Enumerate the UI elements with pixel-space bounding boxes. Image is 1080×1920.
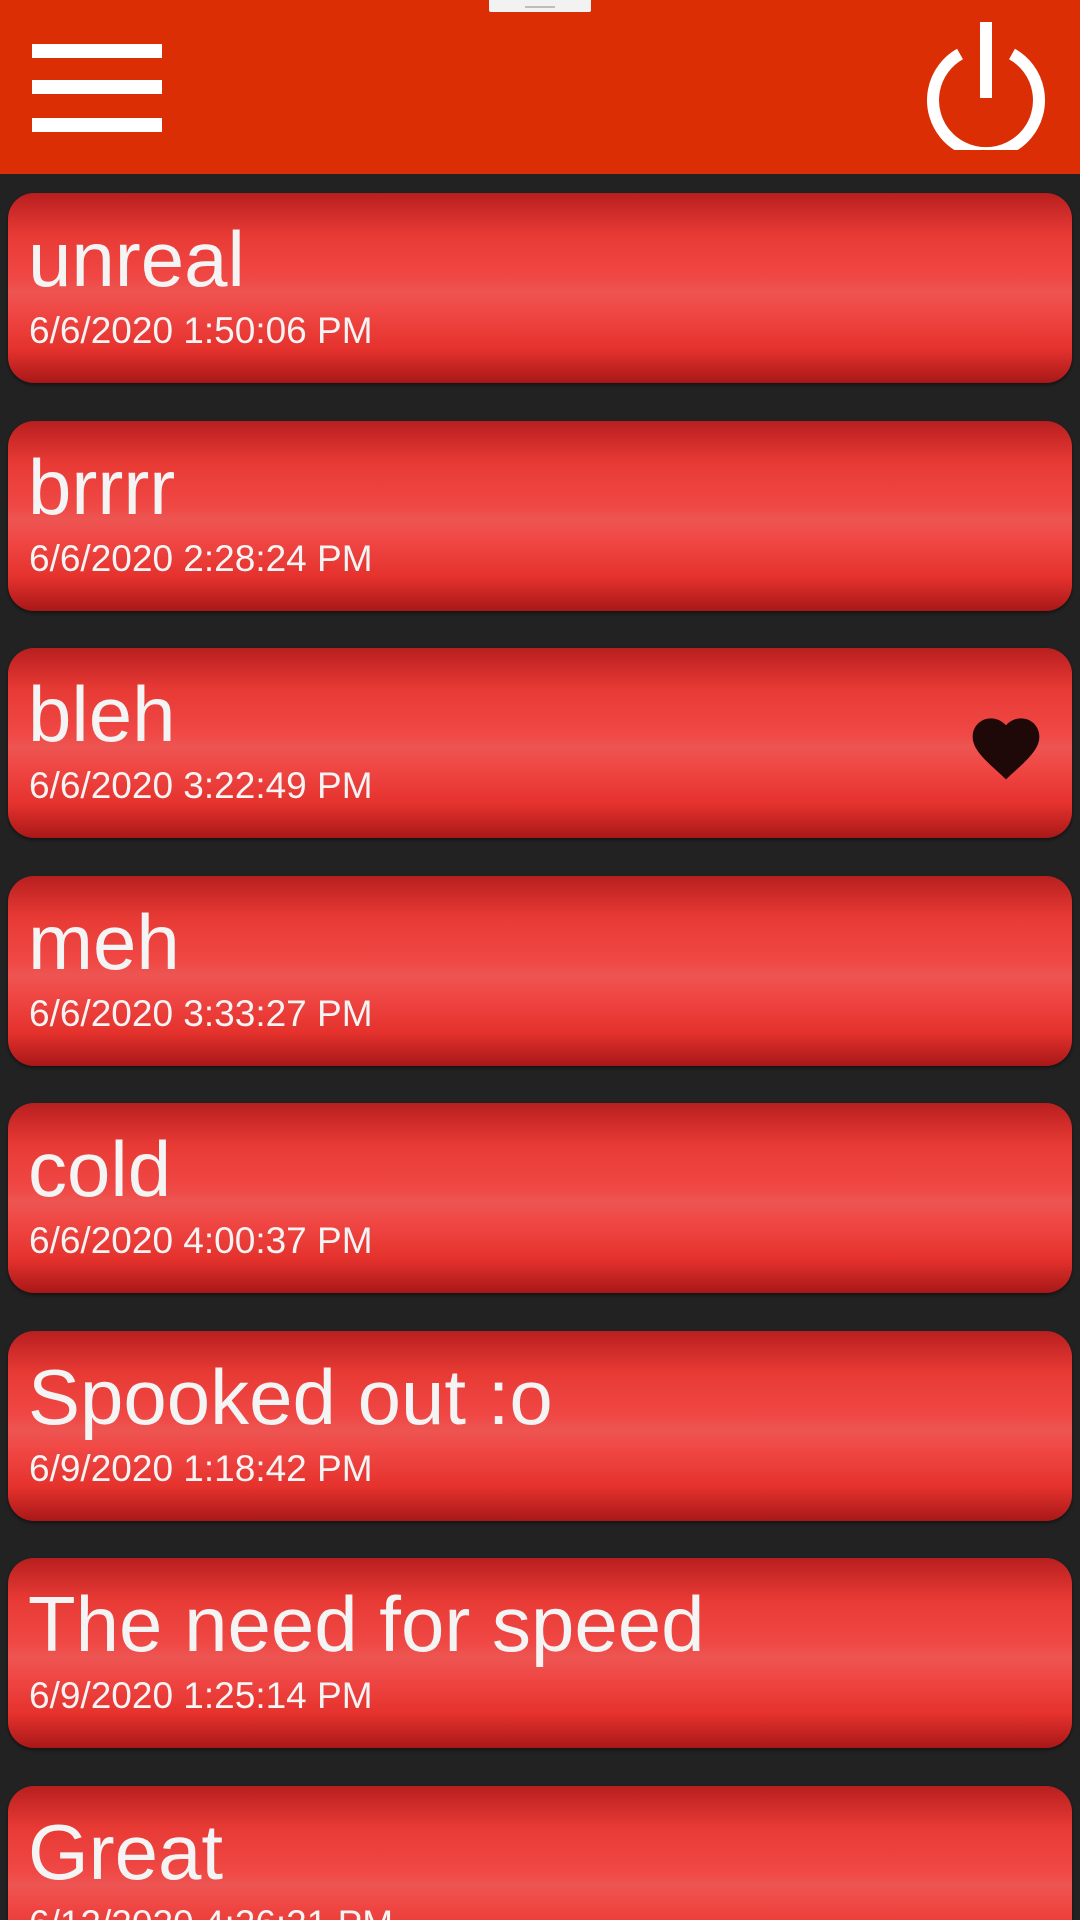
- note-date: 6/6/2020 2:28:24 PM: [29, 538, 373, 579]
- note-date: 6/9/2020 1:18:42 PM: [29, 1448, 373, 1489]
- note-date: 6/6/2020 3:33:27 PM: [29, 993, 373, 1034]
- note-date: 6/12/2020 4:26:21 PM: [29, 1904, 393, 1920]
- note-title: meh: [28, 898, 180, 986]
- note-title: brrrr: [28, 443, 176, 531]
- note-title: bleh: [28, 670, 176, 758]
- note-card[interactable]: meh 6/6/2020 3:33:27 PM: [8, 876, 1072, 1066]
- note-card[interactable]: Spooked out :o 6/9/2020 1:18:42 PM: [8, 1331, 1072, 1521]
- heart-icon[interactable]: [966, 708, 1046, 782]
- note-card[interactable]: The need for speed 6/9/2020 1:25:14 PM: [8, 1558, 1072, 1748]
- menu-bar-bottom: [32, 118, 162, 132]
- note-card[interactable]: bleh 6/6/2020 3:22:49 PM: [8, 648, 1072, 838]
- note-card[interactable]: Great 6/12/2020 4:26:21 PM: [8, 1786, 1072, 1920]
- note-date: 6/9/2020 1:25:14 PM: [29, 1675, 373, 1716]
- note-card[interactable]: brrrr 6/6/2020 2:28:24 PM: [8, 421, 1072, 611]
- note-title: Great: [28, 1808, 224, 1896]
- note-card[interactable]: unreal 6/6/2020 1:50:06 PM: [8, 193, 1072, 383]
- note-title: cold: [28, 1125, 172, 1213]
- menu-bar-top: [32, 44, 162, 58]
- note-date: 6/6/2020 4:00:37 PM: [29, 1220, 373, 1261]
- top-app-bar: [0, 0, 1080, 174]
- note-card[interactable]: cold 6/6/2020 4:00:37 PM: [8, 1103, 1072, 1293]
- app-screen: unreal 6/6/2020 1:50:06 PM brrrr 6/6/2020 2…: [0, 0, 1080, 1920]
- hamburger-menu-icon[interactable]: [30, 40, 164, 134]
- drag-handle[interactable]: [489, 0, 591, 12]
- note-title: Spooked out :o: [28, 1353, 553, 1441]
- note-date: 6/6/2020 3:22:49 PM: [29, 765, 373, 806]
- menu-bar-middle: [32, 80, 162, 94]
- notes-list[interactable]: unreal 6/6/2020 1:50:06 PM brrrr 6/6/2020 2…: [0, 174, 1080, 1920]
- note-title: The need for speed: [28, 1580, 705, 1668]
- note-date: 6/6/2020 1:50:06 PM: [29, 310, 373, 351]
- note-title: unreal: [28, 215, 245, 303]
- power-icon[interactable]: [922, 18, 1048, 160]
